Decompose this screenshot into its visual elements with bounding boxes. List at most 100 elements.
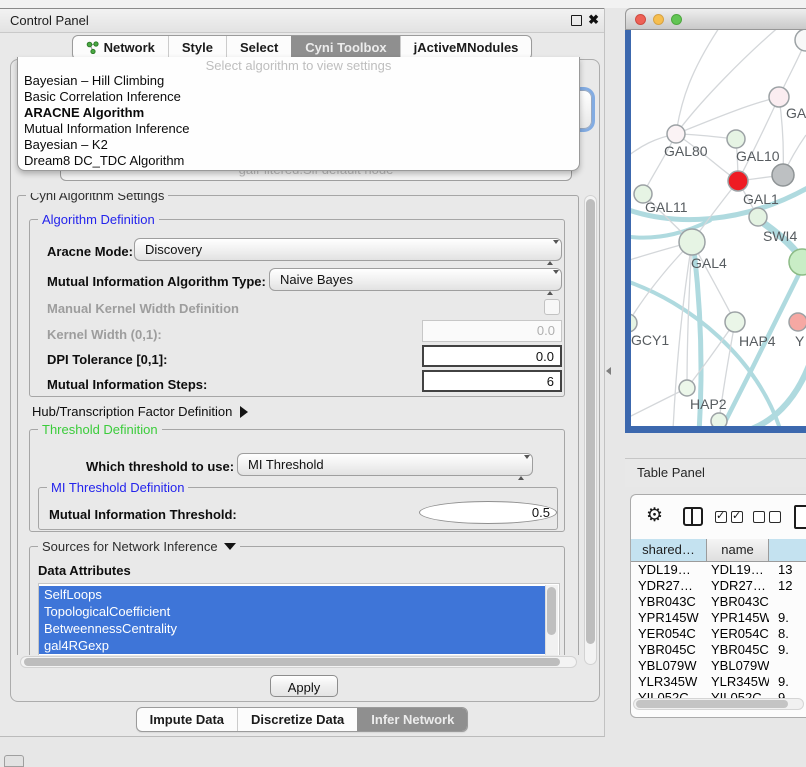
network-node-hap4[interactable]: [725, 312, 745, 332]
table-cell[interactable]: YDR27…: [707, 578, 769, 594]
settings-vertical-scrollbar[interactable]: [584, 195, 597, 665]
table-horizontal-scrollbar[interactable]: [633, 698, 804, 710]
table-cell[interactable]: YBR045C: [631, 642, 707, 658]
table-cell[interactable]: 9.: [769, 642, 806, 658]
document-icon[interactable]: [794, 505, 806, 529]
table-row[interactable]: YBR045CYBR045C9.: [631, 642, 806, 658]
attribute-list-scrollbar[interactable]: [545, 585, 558, 655]
table-row[interactable]: YER054CYER054C8.: [631, 626, 806, 642]
network-canvas[interactable]: GALGAL80GAL10GAL1GAL11SWI4GAL4GCY1HAP4YH…: [625, 30, 806, 433]
close-icon[interactable]: ✖: [588, 12, 599, 28]
table-cell[interactable]: YBR043C: [707, 594, 769, 610]
column-header-shared-name[interactable]: shared…: [631, 539, 707, 562]
zoom-button[interactable]: [671, 14, 682, 25]
table-row[interactable]: YPR145WYPR145W9.: [631, 610, 806, 626]
kernel-width-field[interactable]: 0.0: [422, 320, 562, 342]
attribute-item[interactable]: BetweennessCentrality: [39, 620, 546, 637]
table-cell[interactable]: YDL19…: [707, 562, 769, 578]
expand-triangle-icon[interactable]: [240, 406, 248, 418]
table-cell[interactable]: YBR045C: [707, 642, 769, 658]
dropdown-item[interactable]: Dream8 DC_TDC Algorithm: [18, 153, 579, 169]
tab-select[interactable]: Select: [226, 36, 291, 59]
dropdown-item[interactable]: Bayesian – Hill Climbing: [18, 73, 579, 89]
network-node-y[interactable]: [789, 313, 806, 331]
table-cell[interactable]: YER054C: [631, 626, 707, 642]
table-cell[interactable]: YDR27…: [631, 578, 707, 594]
table-row[interactable]: YBL079WYBL079W: [631, 658, 806, 674]
dpi-tolerance-field[interactable]: 0.0: [422, 345, 562, 367]
columns-icon[interactable]: [683, 507, 703, 526]
table-cell[interactable]: YBL079W: [631, 658, 707, 674]
dropdown-item[interactable]: Bayesian – K2: [18, 137, 579, 153]
tab-discretize-data[interactable]: Discretize Data: [237, 708, 357, 731]
mi-threshold-field[interactable]: 0.5: [419, 501, 557, 524]
mi-algorithm-type-combobox[interactable]: Naive Bayes: [269, 268, 562, 291]
table-cell[interactable]: 9.: [769, 674, 806, 690]
table-cell[interactable]: [769, 658, 806, 674]
select-all-columns-icon[interactable]: [715, 511, 743, 523]
network-node[interactable]: [711, 413, 727, 426]
column-header-name[interactable]: name: [707, 539, 769, 562]
which-threshold-combobox[interactable]: MI Threshold: [237, 453, 533, 476]
table-row[interactable]: YDR27…YDR27…12: [631, 578, 806, 594]
tab-jactivemnodules[interactable]: jActiveMNodules: [400, 36, 532, 59]
attribute-item[interactable]: gal4RGexp: [39, 637, 546, 654]
deselect-all-columns-icon[interactable]: [753, 511, 781, 523]
network-node-gal80[interactable]: [667, 125, 685, 143]
dropdown-item-selected[interactable]: ARACNE Algorithm: [18, 105, 579, 121]
settings-horizontal-scrollbar[interactable]: [20, 656, 577, 668]
network-node[interactable]: [795, 30, 806, 51]
network-node-gal4[interactable]: [679, 229, 705, 255]
aracne-mode-combobox[interactable]: Discovery: [134, 238, 562, 261]
table-cell[interactable]: YPR145W: [707, 610, 769, 626]
network-node[interactable]: [772, 164, 794, 186]
table-cell[interactable]: YLR345W: [707, 674, 769, 690]
table-cell[interactable]: YBL079W: [707, 658, 769, 674]
table-row[interactable]: YLR345WYLR345W9.: [631, 674, 806, 690]
minimized-panel-icon[interactable]: [4, 755, 24, 767]
table-cell[interactable]: 9.: [769, 610, 806, 626]
scrollbar-thumb[interactable]: [586, 199, 595, 644]
network-node-gal1[interactable]: [728, 171, 748, 191]
gear-icon[interactable]: ⚙: [646, 504, 663, 527]
collapse-triangle-icon[interactable]: [224, 543, 236, 550]
tab-impute-data[interactable]: Impute Data: [137, 708, 237, 731]
network-node-hap2[interactable]: [679, 380, 695, 396]
dropdown-item[interactable]: Mutual Information Inference: [18, 121, 579, 137]
network-node-gal10[interactable]: [727, 130, 745, 148]
table-cell[interactable]: YER054C: [707, 626, 769, 642]
column-header-partial[interactable]: [769, 539, 806, 562]
tab-style[interactable]: Style: [168, 36, 226, 59]
attribute-item[interactable]: SelfLoops: [39, 586, 546, 603]
table-cell[interactable]: 8.: [769, 626, 806, 642]
table-cell[interactable]: 12: [769, 578, 806, 594]
scrollbar-thumb[interactable]: [636, 700, 788, 708]
table-cell[interactable]: [769, 594, 806, 610]
tab-infer-network[interactable]: Infer Network: [357, 708, 467, 731]
network-window-titlebar[interactable]: [625, 8, 806, 30]
manual-kernel-width-checkbox[interactable]: [544, 299, 560, 315]
dropdown-item[interactable]: Basic Correlation Inference: [18, 89, 579, 105]
scrollbar-thumb[interactable]: [24, 658, 560, 666]
table-cell[interactable]: YPR145W: [631, 610, 707, 626]
close-button[interactable]: [635, 14, 646, 25]
table-cell[interactable]: YBR043C: [631, 594, 707, 610]
scrollbar-thumb[interactable]: [547, 587, 556, 635]
tab-network[interactable]: Network: [73, 36, 168, 59]
network-node-gcy1[interactable]: [631, 314, 637, 332]
table-cell[interactable]: YLR345W: [631, 674, 707, 690]
apply-button[interactable]: Apply: [270, 675, 338, 697]
minimize-button[interactable]: [653, 14, 664, 25]
float-window-icon[interactable]: [571, 15, 582, 26]
network-node[interactable]: [789, 249, 806, 275]
hub-definition-toggle[interactable]: Hub/Transcription Factor Definition: [32, 404, 248, 419]
attribute-item[interactable]: TopologicalCoefficient: [39, 603, 546, 620]
table-cell[interactable]: YDL19…: [631, 562, 707, 578]
panel-divider-handle[interactable]: [606, 367, 611, 375]
network-node-swi4[interactable]: [749, 208, 767, 226]
table-cell[interactable]: 13: [769, 562, 806, 578]
table-row[interactable]: YBR043CYBR043C: [631, 594, 806, 610]
sources-toggle[interactable]: Sources for Network Inference: [38, 539, 240, 554]
tab-cyni-toolbox[interactable]: Cyni Toolbox: [291, 36, 399, 59]
table-row[interactable]: YDL19…YDL19…13: [631, 562, 806, 578]
